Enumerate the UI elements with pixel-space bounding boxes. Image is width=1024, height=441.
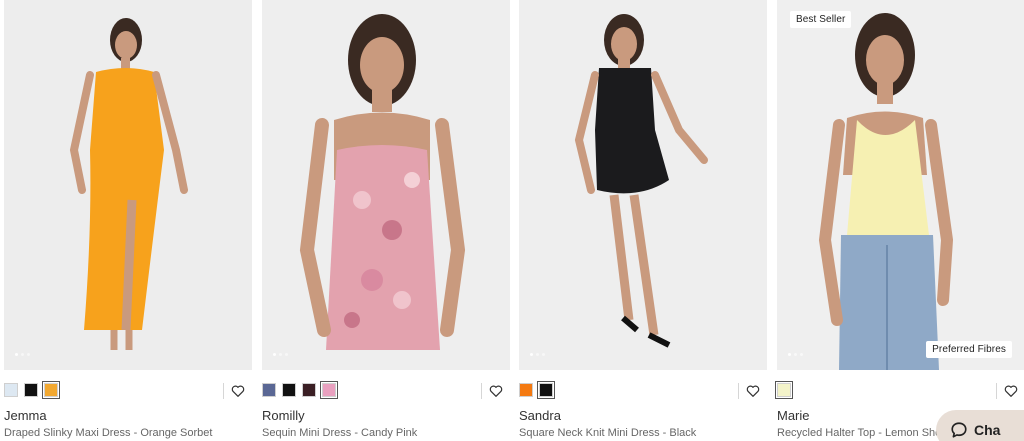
color-swatch[interactable] xyxy=(282,383,296,397)
divider xyxy=(996,383,997,399)
color-swatch[interactable] xyxy=(320,381,338,399)
heart-outline-icon[interactable] xyxy=(230,383,246,399)
product-card[interactable]: Best Seller Preferred Fibres Marie Recyc… xyxy=(775,0,1024,441)
product-name[interactable]: Jemma xyxy=(4,408,252,424)
swatch-row xyxy=(262,376,510,404)
product-description[interactable]: Draped Slinky Maxi Dress - Orange Sorbet xyxy=(4,427,252,439)
color-swatch[interactable] xyxy=(775,381,793,399)
swatch-row xyxy=(519,376,767,404)
carousel-dots[interactable] xyxy=(15,353,30,356)
color-swatch[interactable] xyxy=(24,383,38,397)
divider xyxy=(738,383,739,399)
product-card[interactable]: Sandra Square Neck Knit Mini Dress - Bla… xyxy=(519,0,767,441)
color-swatch[interactable] xyxy=(519,383,533,397)
model-photo xyxy=(777,0,1024,370)
divider xyxy=(223,383,224,399)
carousel-dots[interactable] xyxy=(788,353,803,356)
swatch-row xyxy=(4,376,252,404)
product-image[interactable] xyxy=(262,0,510,370)
color-swatch[interactable] xyxy=(4,383,18,397)
product-description[interactable]: Square Neck Knit Mini Dress - Black xyxy=(519,427,767,439)
product-card[interactable]: Jemma Draped Slinky Maxi Dress - Orange … xyxy=(4,0,252,441)
divider xyxy=(481,383,482,399)
product-name[interactable]: Sandra xyxy=(519,408,767,424)
product-grid: Jemma Draped Slinky Maxi Dress - Orange … xyxy=(0,0,1024,441)
carousel-dots[interactable] xyxy=(530,353,545,356)
chat-bubble-icon xyxy=(951,422,967,438)
preferred-fibres-badge: Preferred Fibres xyxy=(926,341,1012,358)
model-photo xyxy=(4,0,252,370)
chat-button[interactable]: Cha xyxy=(936,410,1024,441)
chat-label: Cha xyxy=(974,422,1001,438)
carousel-dots[interactable] xyxy=(273,353,288,356)
color-swatch[interactable] xyxy=(302,383,316,397)
model-photo xyxy=(262,0,510,370)
color-swatch[interactable] xyxy=(537,381,555,399)
product-card[interactable]: Romilly Sequin Mini Dress - Candy Pink xyxy=(262,0,510,441)
product-name[interactable]: Romilly xyxy=(262,408,510,424)
color-swatch[interactable] xyxy=(42,381,60,399)
product-image[interactable] xyxy=(519,0,767,370)
heart-outline-icon[interactable] xyxy=(745,383,761,399)
product-description[interactable]: Sequin Mini Dress - Candy Pink xyxy=(262,427,510,439)
heart-outline-icon[interactable] xyxy=(1003,383,1019,399)
best-seller-badge: Best Seller xyxy=(790,11,852,28)
product-image[interactable]: Best Seller Preferred Fibres xyxy=(777,0,1024,370)
product-image[interactable] xyxy=(4,0,252,370)
color-swatch[interactable] xyxy=(262,383,276,397)
heart-outline-icon[interactable] xyxy=(488,383,504,399)
model-photo xyxy=(519,0,767,370)
swatch-row xyxy=(775,376,1024,404)
